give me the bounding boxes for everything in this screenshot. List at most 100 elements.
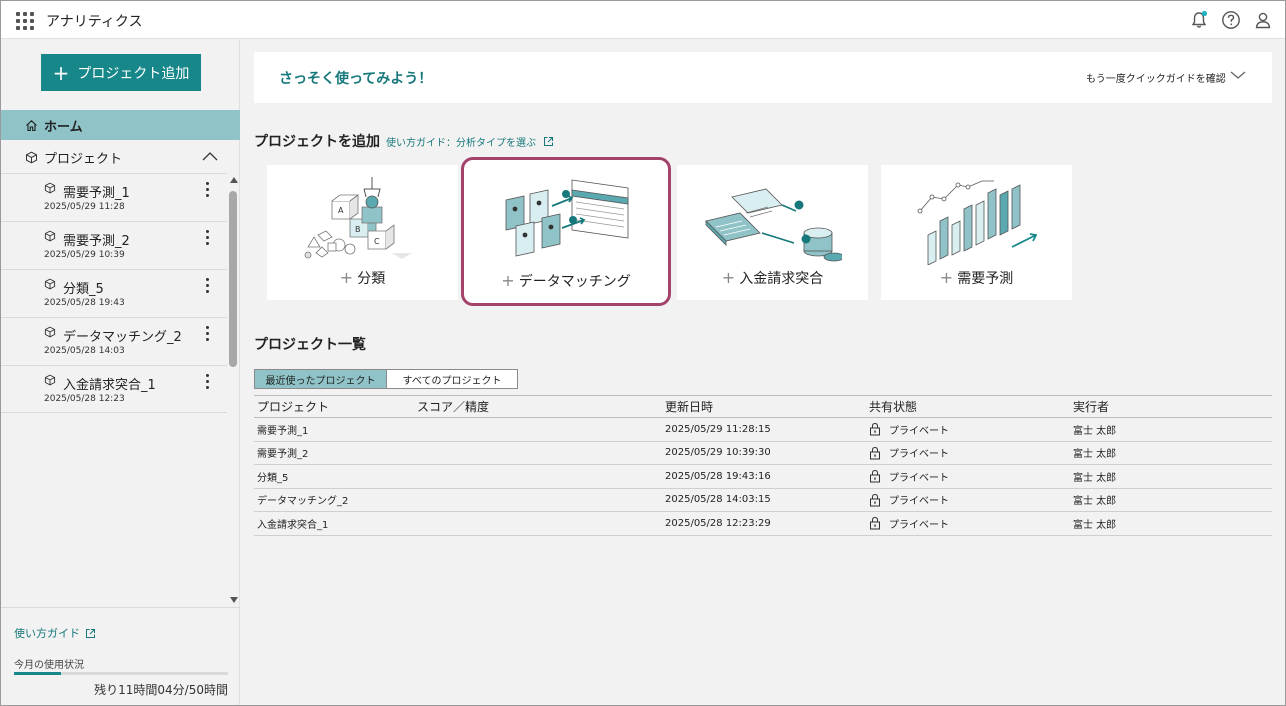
more-options-icon[interactable]: [204, 182, 210, 202]
sidebar-footer: 使い方ガイド 今月の使用状況 残り11時間04分/50時間: [1, 607, 240, 705]
project-name: 分類_5: [63, 282, 104, 297]
project-date: 2025/05/28 14:03: [44, 346, 125, 356]
table-header-row: プロジェクト スコア／精度 更新日時 共有状態 実行者: [254, 395, 1272, 418]
list-item[interactable]: データマッチング_2 2025/05/28 14:03: [1, 317, 227, 365]
cell-updated: 2025/05/28 12:23:29: [662, 511, 866, 536]
cell-share: プライベート: [866, 511, 1070, 536]
column-header[interactable]: プロジェクト: [254, 395, 414, 418]
project-name: 需要予測_2: [63, 234, 130, 249]
card-data-matching[interactable]: + データマッチング: [461, 157, 671, 306]
cube-icon: [44, 326, 56, 338]
cell-share: プライベート: [866, 417, 1070, 442]
svg-text:C: C: [374, 237, 380, 246]
project-tabs: 最近使ったプロジェクト すべてのプロジェクト: [254, 369, 518, 389]
user-icon[interactable]: [1253, 10, 1273, 30]
banner-title: さっそく使ってみよう！: [279, 71, 433, 87]
tab-recent-projects[interactable]: 最近使ったプロジェクト: [254, 369, 387, 389]
more-options-icon[interactable]: [204, 278, 210, 298]
app-launcher-icon[interactable]: [16, 12, 34, 30]
plus-icon: +: [52, 60, 70, 85]
chevron-down-icon[interactable]: [1229, 69, 1247, 81]
chevron-up-icon[interactable]: [202, 151, 218, 161]
scroll-thumb[interactable]: [229, 191, 237, 367]
column-header[interactable]: 更新日時: [662, 395, 866, 418]
add-project-button[interactable]: + プロジェクト追加: [41, 54, 201, 91]
project-name: データマッチング_2: [63, 330, 182, 345]
list-item[interactable]: 需要予測_2 2025/05/29 10:39: [1, 221, 227, 269]
card-demand-forecast[interactable]: + 需要予測: [881, 165, 1072, 300]
lock-icon: [870, 470, 880, 483]
cell-project[interactable]: データマッチング_2: [254, 488, 414, 512]
quickstart-banner: さっそく使ってみよう！ もう一度クイックガイドを確認: [254, 52, 1272, 103]
column-header[interactable]: スコア／精度: [414, 395, 662, 418]
add-project-label: プロジェクト追加: [77, 65, 190, 82]
more-options-icon[interactable]: [204, 230, 210, 250]
list-item[interactable]: 分類_5 2025/05/28 19:43: [1, 269, 227, 317]
external-link-icon: [544, 137, 553, 146]
cell-owner: 富士 太郎: [1070, 441, 1272, 465]
project-date: 2025/05/29 10:39: [44, 250, 125, 260]
more-options-icon[interactable]: [204, 326, 210, 346]
usage-progress-fill: [14, 672, 62, 675]
list-item[interactable]: 需要予測_1 2025/05/29 11:28: [1, 173, 227, 221]
cube-icon: [44, 374, 56, 386]
card-classification[interactable]: A B C + 分類: [267, 165, 458, 300]
table-row[interactable]: 入金請求突合_1 2025/05/28 12:23:29 プライベート 富士 太…: [254, 511, 1272, 536]
usage-label: 今月の使用状況: [14, 660, 84, 671]
classification-illustration: A B C: [304, 177, 412, 259]
table-row[interactable]: 需要予測_1 2025/05/29 11:28:15 プライベート 富士 太郎: [254, 417, 1272, 442]
plus-icon: +: [501, 271, 515, 290]
scroll-up-icon[interactable]: [230, 177, 238, 183]
card-label: + 需要予測: [939, 268, 1014, 287]
cell-updated: 2025/05/28 14:03:15: [662, 488, 866, 512]
cube-icon: [44, 230, 56, 242]
cell-owner: 富士 太郎: [1070, 417, 1272, 442]
column-header[interactable]: 共有状態: [866, 395, 1070, 418]
sidebar-item-label: プロジェクト: [44, 151, 123, 167]
payment-reconciliation-illustration: [705, 188, 842, 262]
cell-share: プライベート: [866, 441, 1070, 465]
lock-icon: [870, 493, 880, 507]
card-payment-reconciliation[interactable]: + 入金請求突合: [677, 165, 868, 300]
cell-updated: 2025/05/29 10:39:30: [662, 441, 866, 465]
project-name: 需要予測_1: [63, 186, 130, 201]
usage-progress-bar: [14, 672, 228, 675]
table-row[interactable]: 需要予測_2 2025/05/29 10:39:30 プライベート 富士 太郎: [254, 441, 1272, 465]
column-header[interactable]: 実行者: [1070, 395, 1272, 418]
plus-icon: +: [339, 268, 354, 287]
more-options-icon[interactable]: [204, 374, 210, 394]
cube-icon: [44, 278, 56, 290]
list-item[interactable]: 入金請求突合_1 2025/05/28 12:23: [1, 365, 227, 413]
app-title: アナリティクス: [46, 14, 143, 30]
bell-icon[interactable]: [1189, 10, 1209, 30]
sidebar-item-label: ホーム: [44, 119, 83, 135]
analysis-type-guide-link[interactable]: 使い方ガイド：分析タイプを選ぶ: [386, 134, 554, 149]
usage-guide-link[interactable]: 使い方ガイド: [14, 625, 96, 641]
sidebar-item-projects[interactable]: プロジェクト: [1, 143, 240, 171]
project-list-title: プロジェクト一覧: [254, 337, 366, 353]
table-row[interactable]: 分類_5 2025/05/28 19:43:16 プライベート 富士 太郎: [254, 464, 1272, 489]
project-date: 2025/05/28 19:43: [44, 298, 125, 308]
lock-icon: [870, 446, 880, 460]
cell-share: プライベート: [866, 488, 1070, 512]
project-name: 入金請求突合_1: [63, 378, 156, 393]
analysis-type-guide-label: 使い方ガイド：分析タイプを選ぶ: [386, 138, 536, 149]
table-row[interactable]: データマッチング_2 2025/05/28 14:03:15 プライベート 富士…: [254, 488, 1272, 512]
cell-project[interactable]: 分類_5: [254, 464, 414, 489]
lock-icon: [870, 423, 880, 436]
sidebar-item-home[interactable]: ホーム: [1, 110, 240, 140]
cell-owner: 富士 太郎: [1070, 511, 1272, 536]
quick-guide-link[interactable]: もう一度クイックガイドを確認: [1086, 70, 1226, 85]
cell-project[interactable]: 需要予測_1: [254, 417, 414, 442]
plus-icon: +: [939, 268, 954, 287]
cell-score: [414, 417, 662, 442]
tab-all-projects[interactable]: すべてのプロジェクト: [387, 369, 518, 389]
cell-project[interactable]: 需要予測_2: [254, 441, 414, 465]
card-label: + データマッチング: [501, 271, 631, 290]
help-icon[interactable]: [1221, 10, 1241, 30]
scroll-down-icon[interactable]: [230, 597, 238, 603]
cell-updated: 2025/05/29 11:28:15: [662, 417, 866, 442]
sidebar-scrollbar[interactable]: [227, 173, 239, 605]
card-label: + 分類: [339, 268, 386, 287]
cell-project[interactable]: 入金請求突合_1: [254, 511, 414, 536]
